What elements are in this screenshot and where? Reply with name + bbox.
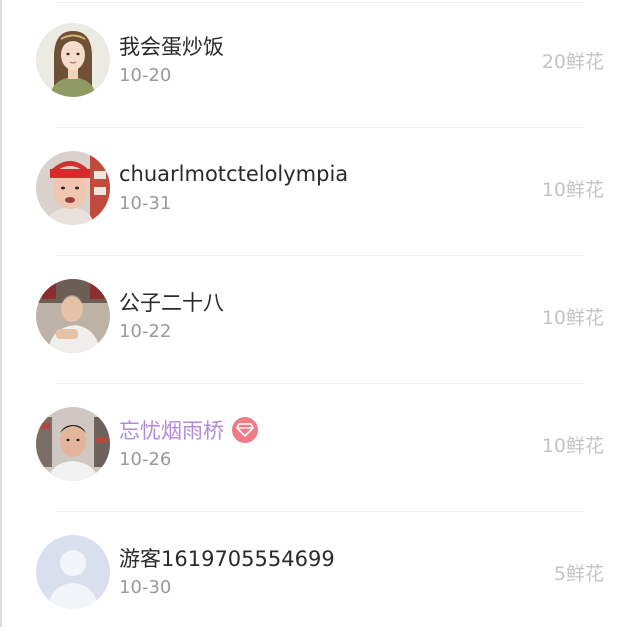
avatar[interactable] xyxy=(36,407,110,481)
diamond-icon xyxy=(232,417,258,443)
red-headband-portrait-avatar xyxy=(36,151,110,225)
name-line: 我会蛋炒饭 xyxy=(119,32,224,60)
donation-date: 10-30 xyxy=(119,577,172,598)
donor-name[interactable]: 游客1619705554699 xyxy=(119,543,335,573)
name-line: 公子二十八 xyxy=(119,288,224,316)
flower-count: 10鲜花 xyxy=(541,435,604,457)
donor-name[interactable]: 忘忧烟雨桥 xyxy=(119,415,224,445)
donation-date: 10-20 xyxy=(119,65,172,86)
list-item[interactable]: chuarlmotctelolympia 10-31 10鲜花 xyxy=(0,128,640,256)
donation-date: 10-31 xyxy=(119,193,172,214)
flower-count: 10鲜花 xyxy=(541,307,604,329)
list-item[interactable]: 游客1619705554699 10-30 5鲜花 xyxy=(0,512,640,640)
flower-count: 20鲜花 xyxy=(541,51,604,73)
list-item[interactable]: 公子二十八 10-22 10鲜花 xyxy=(0,256,640,384)
avatar[interactable] xyxy=(36,151,110,225)
name-line: chuarlmotctelolympia xyxy=(119,160,348,188)
name-line: 忘忧烟雨桥 xyxy=(119,416,258,444)
list-item[interactable]: 忘忧烟雨桥 10-26 10鲜花 xyxy=(0,384,640,512)
flower-count: 5鲜花 xyxy=(553,563,604,585)
donor-name[interactable]: 公子二十八 xyxy=(119,287,224,317)
donation-date: 10-22 xyxy=(119,321,172,342)
girl-illustration-avatar xyxy=(36,23,110,97)
donation-date: 10-26 xyxy=(119,449,172,470)
name-line: 游客1619705554699 xyxy=(119,544,335,572)
flower-count: 10鲜花 xyxy=(541,179,604,201)
avatar[interactable] xyxy=(36,535,110,609)
avatar[interactable] xyxy=(36,279,110,353)
donor-name[interactable]: chuarlmotctelolympia xyxy=(119,162,348,186)
donor-name[interactable]: 我会蛋炒饭 xyxy=(119,31,224,61)
avatar[interactable] xyxy=(36,23,110,97)
default-guest-avatar xyxy=(36,535,110,609)
man-shop-photo-avatar xyxy=(36,407,110,481)
man-sitting-photo-avatar xyxy=(36,279,110,353)
list-item[interactable]: 我会蛋炒饭 10-20 20鲜花 xyxy=(0,0,640,128)
